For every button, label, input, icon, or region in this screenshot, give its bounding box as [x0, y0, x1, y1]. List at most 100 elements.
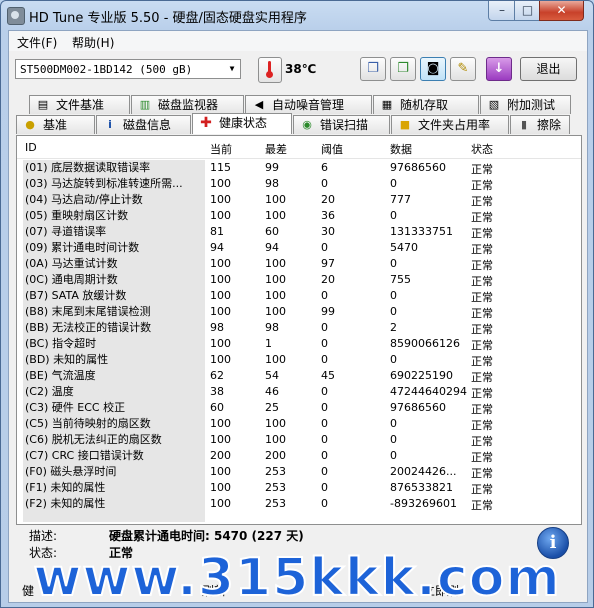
tab-acoustic-management[interactable]: ◀ 自动噪音管理 [245, 95, 372, 114]
header-threshold[interactable]: 阈值 [321, 141, 343, 157]
status-cell: 正常 [471, 195, 493, 208]
table-row[interactable]: (01) 底层数据读取错误率 115 99 6 97686560 正常 [17, 160, 581, 176]
menu-bar: 文件(F) 帮助(H) [9, 31, 587, 51]
table-row[interactable]: (C5) 当前待映射的扇区数 100 100 0 0 正常 [17, 416, 581, 432]
drive-select[interactable]: ST500DM002-1BD142 (500 gB) ▼ [15, 59, 241, 79]
status-cell: 正常 [471, 307, 493, 320]
save-button[interactable]: ↓ [486, 57, 512, 81]
tab-health[interactable]: ✚ 健康状态 [192, 113, 292, 134]
table-row[interactable]: (BB) 无法校正的错误计数 98 98 0 2 正常 [17, 320, 581, 336]
current-value: 38 [210, 385, 224, 398]
copy-all-button[interactable]: ❐ [390, 57, 416, 81]
tab-error-scan[interactable]: ◉ 错误扫描 [293, 115, 390, 134]
screenshot-button[interactable]: ◙ [420, 57, 446, 81]
exit-button[interactable]: 退出 [520, 57, 577, 81]
raw-data: 20024426... [390, 465, 457, 478]
title-bar[interactable]: HD Tune 专业版 5.50 - 硬盘/固态硬盘实用程序 – □ ✕ [1, 1, 593, 29]
raw-data: 0 [390, 305, 397, 318]
table-row[interactable]: (03) 马达旋转到标准转速所需... 100 98 0 0 正常 [17, 176, 581, 192]
table-row[interactable]: (F2) 未知的属性 100 253 0 -893269601 正常 [17, 496, 581, 512]
worst-value: 54 [265, 369, 279, 382]
table-row[interactable]: (BE) 气流温度 62 54 45 690225190 正常 [17, 368, 581, 384]
status-cell: 正常 [471, 259, 493, 272]
table-row[interactable]: (B8) 末尾到末尾错误检测 100 100 99 0 正常 [17, 304, 581, 320]
tab-erase[interactable]: ▮ 擦除 [510, 115, 570, 134]
tab-disk-info[interactable]: i 磁盘信息 [96, 115, 191, 134]
attribute-id: (0A) 马达重试计数 [23, 256, 205, 271]
maximize-button[interactable]: □ [514, 1, 541, 21]
table-row[interactable]: (0A) 马达重试计数 100 100 97 0 正常 [17, 256, 581, 272]
table-row[interactable]: (0C) 通电周期计数 100 100 20 755 正常 [17, 272, 581, 288]
folder-icon: ■ [399, 118, 411, 131]
attribute-id: (C3) 硬件 ECC 校正 [23, 400, 205, 415]
threshold-value: 0 [321, 241, 328, 254]
table-row[interactable]: (F0) 磁头悬浮时间 100 253 0 20024426... 正常 [17, 464, 581, 480]
table-row[interactable]: (C6) 脱机无法纠正的扇区数 100 100 0 0 正常 [17, 432, 581, 448]
table-row[interactable]: (C2) 温度 38 46 0 47244640294 正常 [17, 384, 581, 400]
header-id[interactable]: ID [25, 141, 37, 154]
minimize-button[interactable]: – [488, 1, 516, 21]
trash-icon: ▮ [520, 118, 528, 131]
raw-data: 131333751 [390, 225, 453, 238]
table-row[interactable]: (07) 寻道错误率 81 60 30 131333751 正常 [17, 224, 581, 240]
table-row[interactable]: (04) 马达启动/停止计数 100 100 20 777 正常 [17, 192, 581, 208]
status-cell: 正常 [471, 387, 493, 400]
tab-label: 随机存取 [400, 98, 449, 112]
status-cell: 正常 [471, 499, 493, 512]
current-value: 98 [210, 321, 224, 334]
table-row[interactable]: (C3) 硬件 ECC 校正 60 25 0 97686560 正常 [17, 400, 581, 416]
worst-value: 100 [265, 257, 286, 270]
table-row[interactable]: (05) 重映射扇区计数 100 100 36 0 正常 [17, 208, 581, 224]
worst-value: 100 [265, 209, 286, 222]
worst-value: 100 [265, 289, 286, 302]
table-row[interactable]: (BD) 未知的属性 100 100 0 0 正常 [17, 352, 581, 368]
threshold-value: 0 [321, 385, 328, 398]
menu-help[interactable]: 帮助(H) [72, 34, 114, 51]
copy-all-icon: ❐ [397, 61, 409, 76]
threshold-value: 0 [321, 337, 328, 350]
menu-file[interactable]: 文件(F) [17, 34, 57, 51]
status-cell: 正常 [471, 451, 493, 464]
options-button[interactable]: ✎ [450, 57, 476, 81]
current-value: 100 [210, 497, 231, 510]
header-worst[interactable]: 最差 [265, 141, 287, 157]
threshold-value: 0 [321, 417, 328, 430]
tab-extra-tests[interactable]: ▧ 附加测试 [480, 95, 571, 114]
worst-value: 100 [265, 353, 286, 366]
copy-text-button[interactable]: ❐ [360, 57, 386, 81]
status-cell: 正常 [471, 163, 493, 176]
status-cell: 正常 [471, 211, 493, 224]
table-row[interactable]: (09) 累计通电时间计数 94 94 0 5470 正常 [17, 240, 581, 256]
table-row[interactable]: (BC) 指令超时 100 1 0 8590066126 正常 [17, 336, 581, 352]
threshold-value: 45 [321, 369, 335, 382]
drive-select-value: ST500DM002-1BD142 (500 gB) [20, 63, 193, 76]
threshold-value: 0 [321, 321, 328, 334]
tab-label: 磁盘监视器 [158, 98, 219, 112]
table-row[interactable]: (B7) SATA 放缓计数 100 100 0 0 正常 [17, 288, 581, 304]
close-button[interactable]: ✕ [539, 1, 584, 21]
current-value: 60 [210, 401, 224, 414]
worst-value: 98 [265, 177, 279, 190]
health-cross-icon: ✚ [200, 115, 212, 131]
header-data[interactable]: 数据 [390, 141, 412, 157]
table-row[interactable]: (F1) 未知的属性 100 253 0 876533821 正常 [17, 480, 581, 496]
raw-data: 755 [390, 273, 411, 286]
tab-folder-usage[interactable]: ■ 文件夹占用率 [391, 115, 509, 134]
raw-data: 876533821 [390, 481, 453, 494]
worst-value: 100 [265, 417, 286, 430]
worst-value: 60 [265, 225, 279, 238]
extra-tests-icon: ▧ [488, 98, 500, 111]
tab-disk-monitor[interactable]: ▥ 磁盘监视器 [131, 95, 244, 114]
header-status[interactable]: 状态 [471, 141, 493, 157]
raw-data: 0 [390, 417, 397, 430]
tab-file-benchmark[interactable]: ▤ 文件基准 [29, 95, 130, 114]
header-current[interactable]: 当前 [210, 141, 232, 157]
tab-random-access[interactable]: ▦ 随机存取 [373, 95, 479, 114]
file-benchmark-icon: ▤ [37, 98, 49, 111]
tab-benchmark[interactable]: ● 基准 [16, 115, 95, 134]
threshold-value: 0 [321, 449, 328, 462]
table-row[interactable]: (C7) CRC 接口错误计数 200 200 0 0 正常 [17, 448, 581, 464]
worst-value: 46 [265, 385, 279, 398]
raw-data: 0 [390, 353, 397, 366]
speaker-icon: ◀ [254, 98, 264, 111]
